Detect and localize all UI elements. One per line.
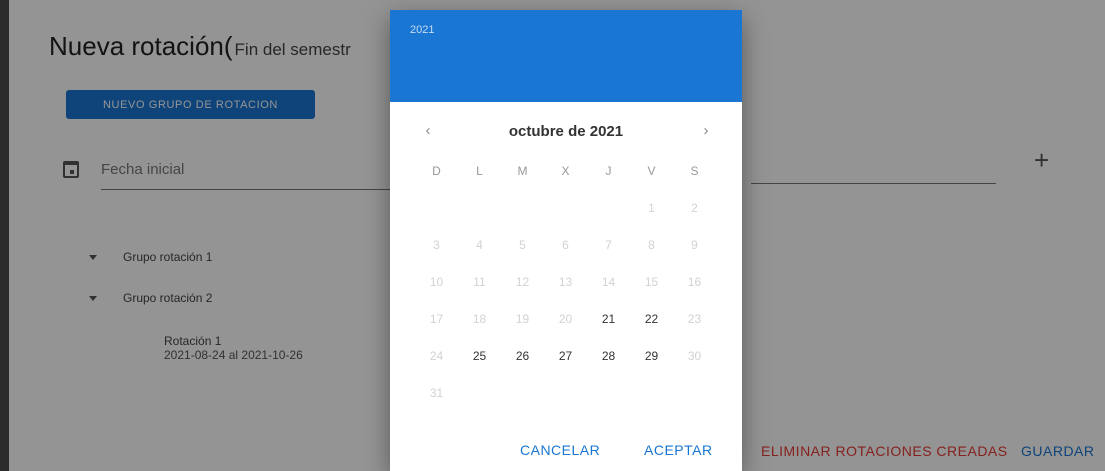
day-cell: 18 [472,312,487,326]
day-cell: 8 [648,238,655,252]
day-cell: 20 [558,312,573,326]
empty-cell [544,199,587,236]
day-cell[interactable]: 21 [587,310,630,347]
day-cell: 23 [687,312,702,326]
week-row: 17 18 19 20 21 22 23 [415,310,717,347]
day-cell: 5 [519,238,526,252]
picker-actions: CANCELAR ACEPTAR [390,442,742,466]
day-cell[interactable]: 26 [501,347,544,384]
day-cell: 14 [601,275,616,289]
day-cell[interactable]: 22 [630,310,673,347]
empty-cell [501,384,544,421]
empty-cell [501,199,544,236]
month-navigation: ‹ octubre de 2021 › [390,120,742,144]
day-cell: 10 [429,275,444,289]
day-cell[interactable]: 25 [458,347,501,384]
weekday-label: V [647,164,656,178]
weekday-label: X [561,164,570,178]
empty-cell [458,384,501,421]
day-cell: 19 [515,312,530,326]
day-cell: 2 [691,201,698,215]
day-cell[interactable]: 28 [587,347,630,384]
month-label[interactable]: octubre de 2021 [390,123,742,140]
day-cell: 7 [605,238,612,252]
day-cell: 11 [473,275,486,289]
empty-cell [544,384,587,421]
weekday-label: S [690,164,699,178]
empty-cell [587,199,630,236]
day-cell: 31 [429,386,444,400]
day-cell: 13 [558,275,573,289]
day-cell: 4 [476,238,483,252]
day-cell: 1 [648,201,655,215]
week-row: 10 11 12 13 14 15 16 [415,273,717,310]
day-cell: 17 [429,312,444,326]
weekday-label: M [517,164,528,178]
day-cell: 24 [429,349,444,363]
week-row: 24 25 26 27 28 29 30 [415,347,717,384]
week-row: 3 4 5 6 7 8 9 [415,236,717,273]
accept-button[interactable]: ACEPTAR [644,442,713,458]
date-picker-dialog: 2021 ‹ octubre de 2021 › DLMXJVS 1234567… [390,10,742,471]
empty-cell [587,384,630,421]
day-cell: 16 [687,275,702,289]
day-cell: 3 [433,238,440,252]
day-cell: 30 [687,349,702,363]
empty-cell [673,384,716,421]
day-cell: 12 [515,275,530,289]
weekday-label: J [605,164,612,178]
day-cell: 6 [562,238,569,252]
empty-cell [458,199,501,236]
empty-cell [415,199,458,236]
weekday-label: L [476,164,483,178]
day-rows: 1 2 3 4 5 6 7 8 9 10 11 12 13 14 15 16 17 18 19 20 21 22 23 24 2… [415,199,717,421]
weekday-row: DLMXJVS [415,162,717,199]
calendar-grid: DLMXJVS 1 2 3 4 5 6 7 8 9 10 11 12 13 14 15 16 17 18 19 20 2… [415,162,717,421]
chevron-right-icon[interactable]: › [694,122,718,139]
day-cell: 15 [644,275,659,289]
day-cell[interactable]: 29 [630,347,673,384]
day-cell: 9 [691,238,698,252]
day-cell[interactable]: 27 [544,347,587,384]
cancel-button[interactable]: CANCELAR [520,442,600,458]
week-row: 31 [415,384,717,421]
week-row: 12 [415,199,717,236]
empty-cell [630,384,673,421]
year-label[interactable]: 2021 [410,24,434,36]
date-picker-header: 2021 [390,10,742,102]
weekday-label: D [432,164,441,178]
